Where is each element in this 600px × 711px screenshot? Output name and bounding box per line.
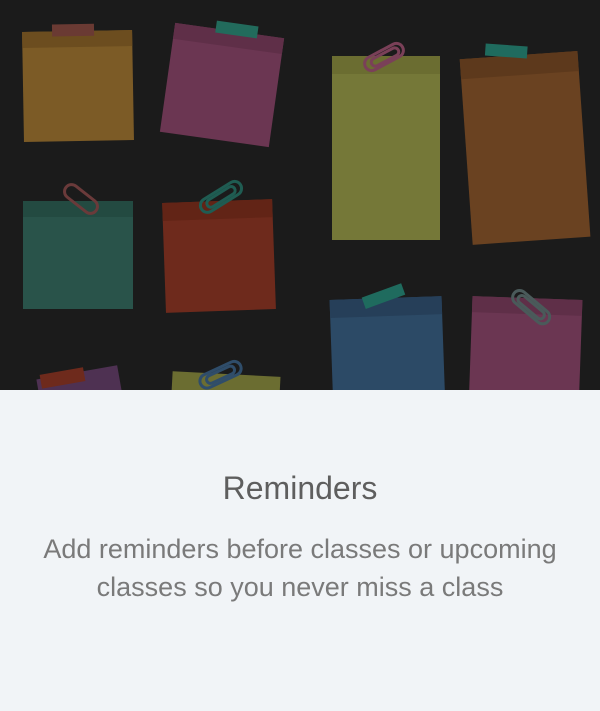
sticky-notes-illustration (0, 0, 600, 390)
sticky-note (329, 283, 446, 390)
onboarding-screen: Reminders Add reminders before classes o… (0, 0, 600, 711)
sticky-note (468, 289, 583, 390)
onboarding-description: Add reminders before classes or upcoming… (43, 534, 557, 602)
onboarding-title: Reminders (222, 470, 378, 506)
sticky-note (23, 183, 133, 309)
sticky-note (170, 359, 281, 390)
sticky-note (332, 41, 440, 240)
sticky-note (159, 20, 285, 148)
onboarding-text-panel: Reminders Add reminders before classes o… (0, 390, 600, 711)
sticky-notes-icon (22, 20, 591, 390)
sticky-note (162, 179, 276, 313)
sticky-note (36, 365, 125, 390)
sticky-note (459, 43, 591, 245)
sticky-note (22, 23, 134, 142)
